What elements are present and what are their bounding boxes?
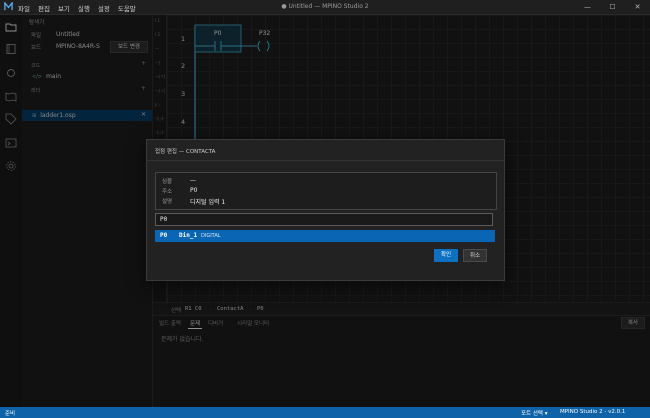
divider [147, 160, 504, 161]
address-label: 주소 [162, 189, 173, 195]
dialog-title: 접점 편집 — CONTACTA [155, 149, 216, 155]
window-title: ● Untitled — MPINO Studio 2 [281, 3, 369, 10]
symbol-value: — [190, 177, 196, 184]
window-controls: — ☐ ✕ [575, 1, 650, 13]
suggestion-address: P0 [160, 232, 168, 239]
suggestion-name: Din_1 [179, 232, 198, 239]
symbol-label: 심볼 [162, 179, 173, 185]
title-bar: 파일 편집 보기 실행 설정 도움말 ● Untitled — MPINO St… [0, 0, 650, 15]
status-ready: 준비 [5, 411, 16, 417]
status-bar: 준비 포트 선택 ▾ MPINO Studio 2 - v2.0.1 [0, 407, 650, 418]
maximize-button[interactable]: ☐ [600, 1, 625, 13]
address-value: P0 [190, 187, 198, 194]
port-select[interactable]: 포트 선택 ▾ [521, 409, 548, 417]
contact-edit-dialog: 접점 편집 — CONTACTA 심볼 — 주소 P0 설명 디지털 입력 1 … [146, 139, 505, 281]
suggestion-type: DIGITAL [201, 232, 221, 239]
close-window-button[interactable]: ✕ [625, 1, 650, 13]
app-version: MPINO Studio 2 - v2.0.1 [560, 409, 626, 415]
cancel-button[interactable]: 취소 [463, 249, 487, 262]
ok-button[interactable]: 확인 [434, 249, 458, 262]
address-input[interactable] [155, 213, 493, 226]
autocomplete-suggestion[interactable]: P0 Din_1 DIGITAL [155, 230, 495, 242]
description-value: 디지털 입력 1 [190, 199, 226, 206]
description-label: 설명 [162, 199, 173, 205]
element-info-box: 심볼 — 주소 P0 설명 디지털 입력 1 [155, 172, 497, 210]
minimize-button[interactable]: — [575, 1, 600, 13]
